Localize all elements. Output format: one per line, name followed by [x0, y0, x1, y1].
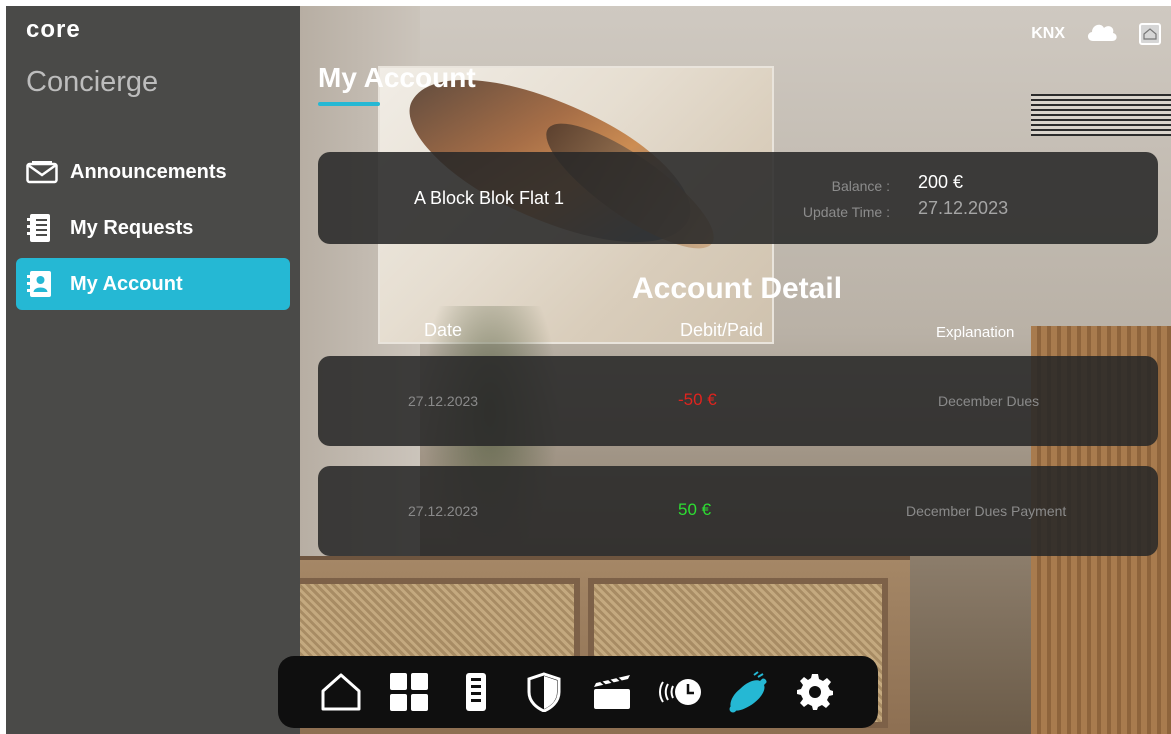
balance-card: A Block Blok Flat 1 Balance : 200 € Upda… — [318, 152, 1158, 244]
settings-gear-icon[interactable] — [792, 669, 838, 715]
row-explanation: December Dues Payment — [906, 503, 1067, 519]
status-bar: KNX — [1031, 20, 1161, 47]
table-row[interactable]: 27.12.2023 -50 € December Dues — [318, 356, 1158, 446]
sidebar-item-label: Announcements — [70, 160, 227, 183]
bottom-dock — [278, 656, 878, 728]
home-icon[interactable] — [318, 669, 364, 715]
schedule-icon[interactable] — [657, 669, 703, 715]
shield-icon[interactable] — [521, 669, 567, 715]
clapperboard-icon[interactable] — [589, 669, 635, 715]
list-icon — [26, 213, 60, 243]
envelope-icon — [26, 157, 60, 187]
section-title: Concierge — [26, 66, 159, 98]
brand-logo: core — [26, 16, 81, 43]
account-book-icon — [26, 269, 60, 299]
sidebar-item-announcements[interactable]: Announcements — [16, 146, 290, 198]
update-time-value: 27.12.2023 — [918, 198, 1009, 218]
row-explanation: December Dues — [938, 393, 1040, 409]
home-box-icon[interactable] — [1139, 22, 1161, 45]
protocol-label: KNX — [1031, 24, 1065, 42]
sidebar-nav: Announcements My Requests My Account — [16, 146, 290, 314]
account-detail-title: Account Detail — [632, 272, 843, 305]
row-amount: 50 € — [678, 500, 712, 519]
cloud-icon[interactable] — [1085, 20, 1119, 47]
page-title: My Account — [318, 62, 476, 93]
balance-value: 200 € — [918, 172, 964, 192]
balance-label: Balance : — [831, 178, 890, 194]
column-header-explanation: Explanation — [936, 324, 1015, 341]
column-header-debit-paid: Debit/Paid — [680, 320, 764, 340]
screen: core Concierge Announcements My Requests… — [6, 6, 1171, 734]
sidebar-item-label: My Requests — [70, 216, 194, 239]
grid-icon[interactable] — [386, 669, 432, 715]
update-time-label: Update Time : — [802, 204, 890, 220]
title-underline — [318, 102, 380, 106]
column-header-date: Date — [424, 320, 463, 340]
row-date: 27.12.2023 — [408, 503, 479, 519]
row-amount: -50 € — [678, 390, 717, 409]
sidebar-item-my-requests[interactable]: My Requests — [16, 202, 290, 254]
row-date: 27.12.2023 — [408, 393, 479, 409]
concierge-bell-icon[interactable] — [724, 669, 770, 715]
sidebar-item-label: My Account — [70, 272, 183, 295]
sidebar: core Concierge Announcements My Requests… — [6, 6, 300, 734]
unit-name: A Block Blok Flat 1 — [414, 188, 565, 208]
remote-icon[interactable] — [453, 669, 499, 715]
table-row[interactable]: 27.12.2023 50 € December Dues Payment — [318, 466, 1158, 556]
sidebar-item-my-account[interactable]: My Account — [16, 258, 290, 310]
